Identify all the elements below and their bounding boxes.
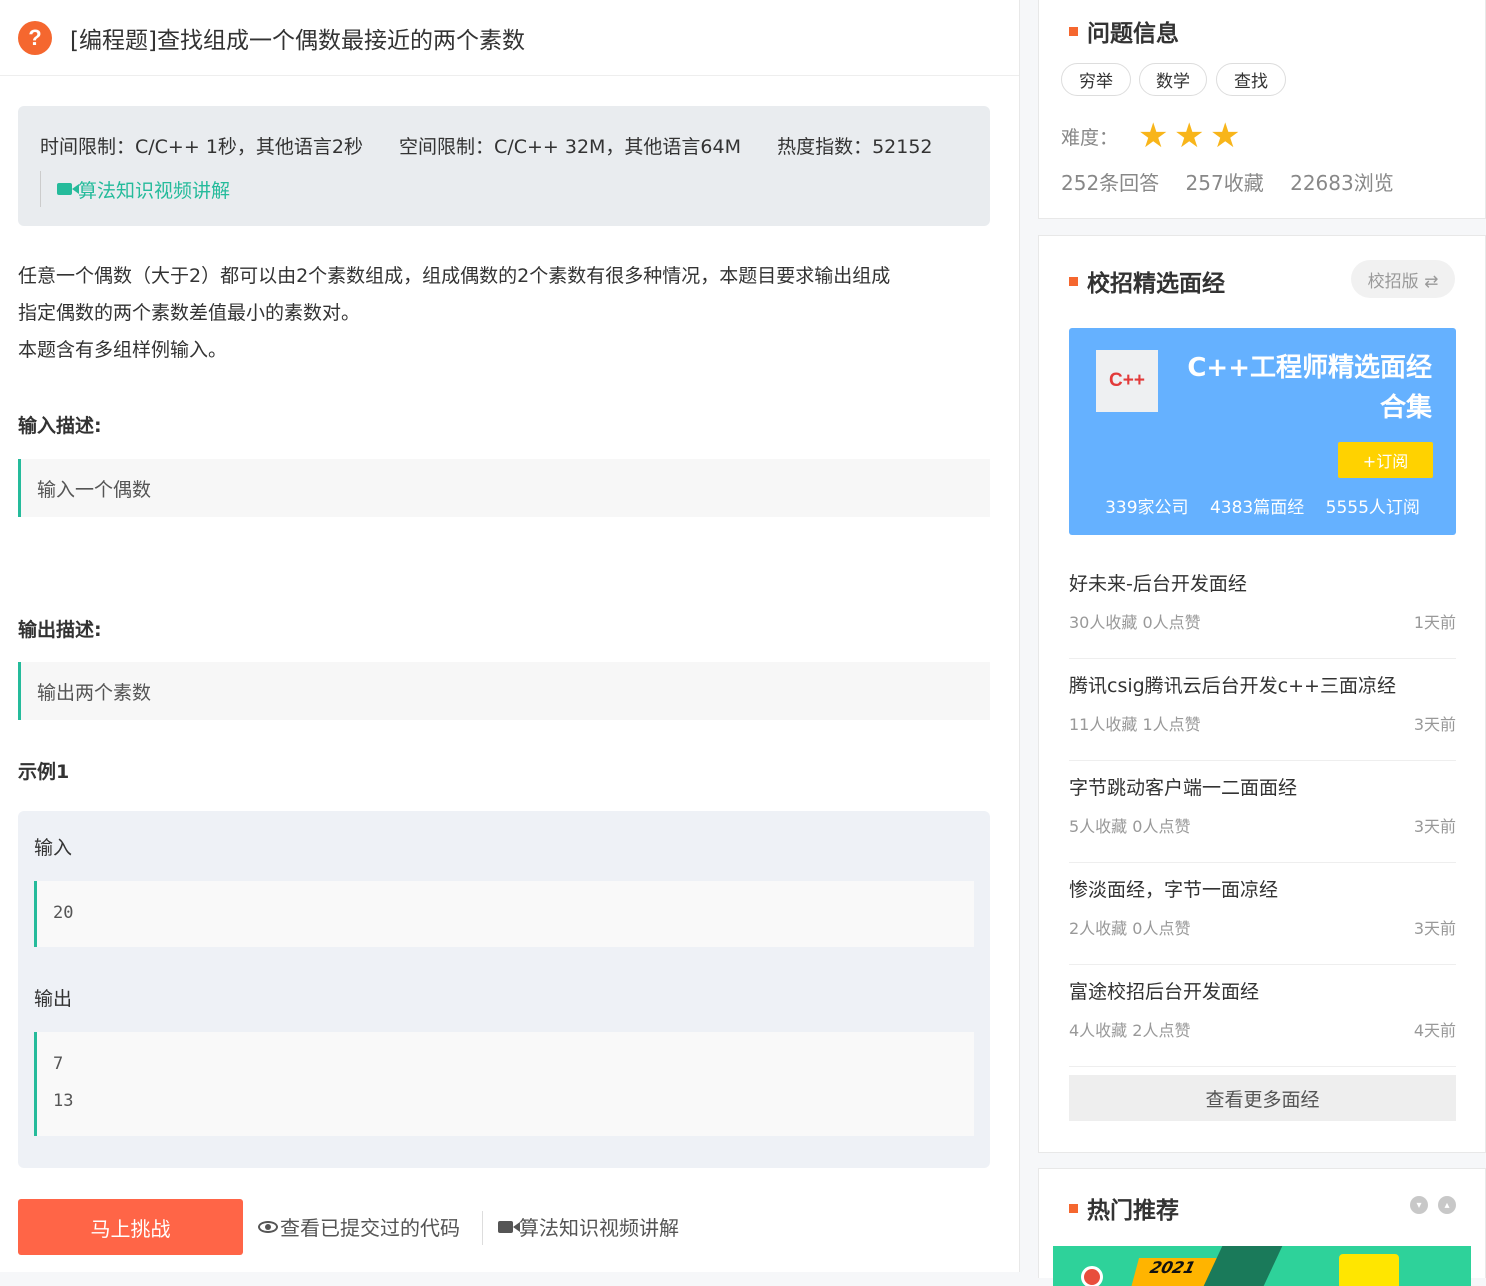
desc-line: 任意一个偶数（大于2）都可以由2个素数组成，组成偶数的2个素数有很多种情况，本题… — [18, 265, 891, 287]
interview-meta: 2人收藏 0人点赞 — [1069, 919, 1191, 938]
star-icon: ★ — [1174, 116, 1205, 156]
input-heading: 输入描述: — [18, 415, 102, 437]
interview-item[interactable]: 字节跳动客户端一二面面经 5人收藏 0人点赞 3天前 — [1069, 761, 1456, 863]
output-description: 输出两个素数 — [18, 662, 990, 720]
companies-count: 339家公司 — [1105, 498, 1189, 518]
tag[interactable]: 数学 — [1139, 63, 1207, 96]
problem-panel: ? [编程题]查找组成一个偶数最接近的两个素数 时间限制：C/C++ 1秒，其他… — [0, 0, 1020, 1272]
code-line: 13 — [53, 1091, 74, 1111]
output-heading: 输出描述: — [18, 619, 102, 641]
video-camera-icon — [498, 1220, 520, 1233]
interview-title[interactable]: 腾讯csig腾讯云后台开发c++三面凉经 — [1069, 671, 1396, 698]
bottom-video-link[interactable]: 算法知识视频讲解 — [498, 1212, 679, 1241]
interview-meta: 11人收藏 1人点赞 — [1069, 715, 1201, 734]
example-box: 输入 20 输出 7 13 — [18, 811, 990, 1168]
interview-time: 4天前 — [1413, 1021, 1456, 1040]
subscribe-button[interactable]: +订阅 — [1338, 442, 1433, 478]
hot-recommend-heading: 热门推荐 — [1069, 1191, 1179, 1225]
video-camera-icon — [57, 183, 79, 195]
limits-box: 时间限制：C/C++ 1秒，其他语言2秒 空间限制：C/C++ 32M，其他语言… — [18, 106, 990, 226]
views-count: 22683浏览 — [1290, 171, 1394, 195]
view-submitted-code-link[interactable]: 查看已提交过的代码 — [258, 1212, 460, 1241]
interview-title[interactable]: 富途校招后台开发面经 — [1069, 977, 1259, 1004]
subscribers-count: 5555人订阅 — [1325, 498, 1420, 518]
problem-title-bar: ? [编程题]查找组成一个偶数最接近的两个素数 — [0, 0, 1019, 76]
input-description: 输入一个偶数 — [18, 459, 990, 517]
example-input-label: 输入 — [34, 837, 73, 859]
interview-title[interactable]: 惨淡面经，字节一面凉经 — [1069, 875, 1278, 902]
favorites-count: 257收藏 — [1185, 171, 1264, 195]
interview-time: 3天前 — [1413, 919, 1456, 938]
banner-title-line: C++工程师精选面经 — [1187, 353, 1432, 383]
video-explain-link[interactable]: 算法知识视频讲解 — [40, 171, 968, 207]
hot-recommend-card: 热门推荐 ▾ ▴ 2021 — [1038, 1168, 1486, 1286]
code-line: 20 — [53, 903, 74, 923]
hot-index: 热度指数：52152 — [777, 136, 933, 158]
time-limit: 时间限制：C/C++ 1秒，其他语言2秒 — [40, 136, 363, 158]
desc-line: 本题含有多组样例输入。 — [18, 339, 228, 361]
difficulty-label: 难度： — [1061, 127, 1119, 149]
example-input-code: 20 — [34, 881, 974, 947]
problem-info-card: 问题信息 穷举 数学 查找 难度： ★ ★ ★ 252条回答 257收藏 226… — [1038, 0, 1486, 219]
more-interviews-button[interactable]: 查看更多面经 — [1069, 1075, 1456, 1121]
interview-item[interactable]: 富途校招后台开发面经 4人收藏 2人点赞 4天前 — [1069, 965, 1456, 1067]
banner-decoration — [1203, 1246, 1283, 1286]
example-output-code: 7 13 — [34, 1032, 974, 1136]
challenge-button[interactable]: 马上挑战 — [18, 1199, 243, 1255]
star-icon: ★ — [1138, 116, 1169, 156]
interview-card: 校招精选面经 校招版 ⇄ C++ C++工程师精选面经 合集 +订阅 339家公… — [1038, 235, 1486, 1153]
articles-count: 4383篇面经 — [1209, 498, 1305, 518]
interview-heading: 校招精选面经 — [1069, 264, 1225, 298]
space-limit: 空间限制：C/C++ 32M，其他语言64M — [399, 136, 742, 158]
interview-time: 3天前 — [1413, 817, 1456, 836]
banner-decoration — [1081, 1266, 1103, 1286]
hot-banner[interactable]: 2021 — [1053, 1246, 1471, 1286]
star-icon: ★ — [1210, 116, 1241, 156]
question-icon: ? — [18, 20, 52, 55]
interview-item[interactable]: 好未来-后台开发面经 30人收藏 0人点赞 1天前 — [1069, 557, 1456, 659]
problem-description: 任意一个偶数（大于2）都可以由2个素数组成，组成偶数的2个素数有很多种情况，本题… — [18, 258, 993, 369]
tag[interactable]: 查找 — [1216, 63, 1286, 96]
interview-meta: 5人收藏 0人点赞 — [1069, 817, 1191, 836]
chevron-up-icon[interactable]: ▴ — [1438, 1196, 1456, 1214]
interview-banner[interactable]: C++ C++工程师精选面经 合集 +订阅 339家公司 4383篇面经 555… — [1069, 328, 1456, 535]
code-line: 7 — [53, 1054, 64, 1074]
banner-decoration — [1339, 1254, 1399, 1286]
interview-meta: 30人收藏 0人点赞 — [1069, 613, 1201, 632]
chevron-down-icon[interactable]: ▾ — [1410, 1196, 1428, 1214]
tag[interactable]: 穷举 — [1061, 63, 1131, 96]
example-output-label: 输出 — [34, 988, 73, 1010]
view-code-label: 查看已提交过的代码 — [280, 1216, 460, 1240]
problem-title: [编程题]查找组成一个偶数最接近的两个素数 — [70, 27, 525, 54]
answers-count: 252条回答 — [1061, 171, 1160, 195]
cpp-logo: C++ — [1096, 350, 1158, 412]
interview-title[interactable]: 字节跳动客户端一二面面经 — [1069, 773, 1297, 800]
banner-title: C++工程师精选面经 合集 — [1172, 348, 1432, 428]
problem-stats: 252条回答 257收藏 22683浏览 — [1061, 167, 1414, 196]
eye-icon — [258, 1220, 278, 1233]
interview-title[interactable]: 好未来-后台开发面经 — [1069, 569, 1247, 596]
interview-time: 3天前 — [1413, 715, 1456, 734]
divider — [482, 1211, 483, 1245]
video-explain-label: 算法知识视频讲解 — [78, 179, 231, 202]
interview-item[interactable]: 惨淡面经，字节一面凉经 2人收藏 0人点赞 3天前 — [1069, 863, 1456, 965]
version-switch-button[interactable]: 校招版 ⇄ — [1351, 260, 1455, 298]
interview-meta: 4人收藏 2人点赞 — [1069, 1021, 1191, 1040]
bottom-video-label: 算法知识视频讲解 — [519, 1216, 679, 1240]
example-heading: 示例1 — [18, 761, 70, 783]
interview-time: 1天前 — [1413, 613, 1456, 632]
banner-stats: 339家公司 4383篇面经 5555人订阅 — [1069, 493, 1456, 518]
interview-item[interactable]: 腾讯csig腾讯云后台开发c++三面凉经 11人收藏 1人点赞 3天前 — [1069, 659, 1456, 761]
banner-title-line: 合集 — [1379, 393, 1432, 423]
problem-info-heading: 问题信息 — [1069, 14, 1179, 48]
desc-line: 指定偶数的两个素数差值最小的素数对。 — [18, 302, 361, 324]
